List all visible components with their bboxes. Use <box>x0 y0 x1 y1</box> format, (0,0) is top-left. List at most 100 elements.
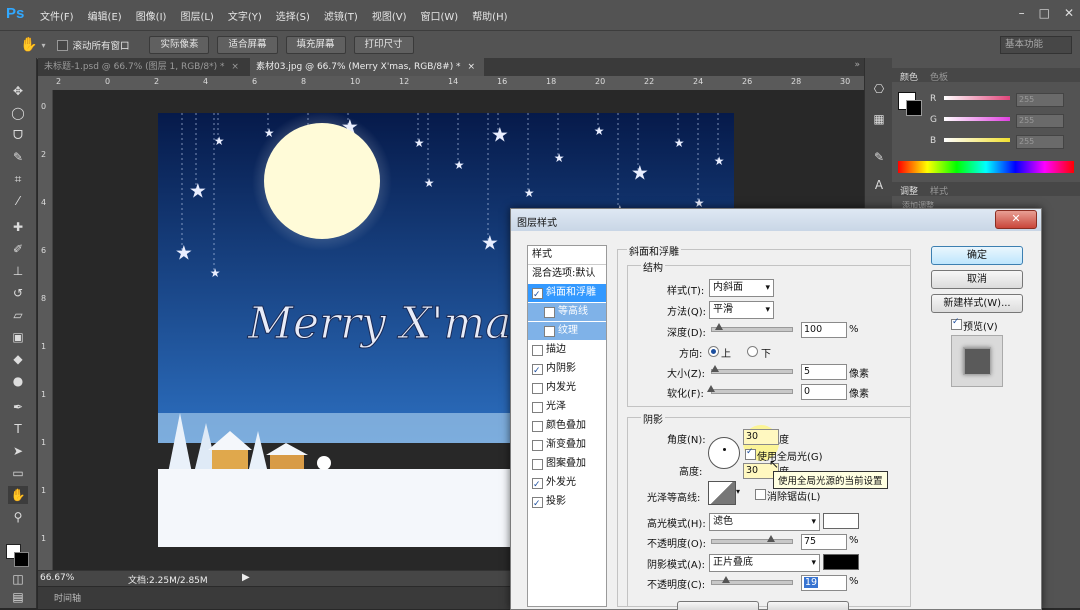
soften-slider[interactable] <box>711 389 793 394</box>
highlight-color-swatch[interactable] <box>823 513 859 529</box>
menu-edit[interactable]: 编辑(E) <box>88 8 122 23</box>
menu-view[interactable]: 视图(V) <box>372 8 407 23</box>
status-menu-arrow-icon[interactable]: ▶ <box>242 572 250 583</box>
dodge-tool-icon[interactable]: ● <box>8 372 28 390</box>
global-light-checkbox[interactable] <box>745 447 756 460</box>
depth-slider-thumb[interactable] <box>715 323 723 330</box>
gloss-contour-picker[interactable] <box>708 481 736 505</box>
ok-button[interactable]: 确定 <box>931 246 1023 265</box>
style-checkbox[interactable] <box>532 459 543 470</box>
cancel-button[interactable]: 取消 <box>931 270 1023 289</box>
pen-tool-icon[interactable]: ✒ <box>8 398 28 416</box>
soften-input[interactable]: 0 <box>801 384 847 400</box>
tab-styles[interactable]: 样式 <box>930 184 948 197</box>
new-style-button[interactable]: 新建样式(W)... <box>931 294 1023 313</box>
scroll-all-checkbox[interactable] <box>57 39 69 51</box>
style-checkbox[interactable] <box>532 383 543 394</box>
channel-g-slider[interactable] <box>944 117 1010 121</box>
highlight-opacity-slider[interactable] <box>711 539 793 544</box>
menu-image[interactable]: 图像(I) <box>136 8 167 23</box>
style-item-2[interactable]: 纹理 <box>528 322 606 340</box>
hand-tool-icon[interactable]: ✋ <box>20 37 37 53</box>
style-checkbox[interactable] <box>532 286 543 304</box>
close-tab-icon[interactable]: × <box>231 62 239 72</box>
tool-preset-chevron-icon[interactable]: ▾ <box>41 41 45 50</box>
panel-bg-swatch[interactable] <box>906 100 922 116</box>
style-checkbox[interactable] <box>532 362 543 380</box>
bevel-style-select[interactable]: 内斜面 <box>709 279 774 297</box>
style-checkbox[interactable] <box>532 495 543 513</box>
style-item-11[interactable]: 投影 <box>528 493 606 513</box>
stamp-tool-icon[interactable]: ⊥ <box>8 262 28 280</box>
direction-down-radio[interactable] <box>747 346 758 357</box>
size-slider[interactable] <box>711 369 793 374</box>
style-checkbox[interactable] <box>532 345 543 356</box>
brush-tool-icon[interactable]: ✐ <box>8 240 28 258</box>
shadow-opacity-input[interactable]: 19 <box>801 575 847 591</box>
blending-options-item[interactable]: 混合选项:默认 <box>528 265 606 283</box>
close-tab-icon[interactable]: × <box>467 62 475 72</box>
brush-panel-icon[interactable]: ✎ <box>869 148 889 166</box>
menu-type[interactable]: 文字(Y) <box>228 8 262 23</box>
style-checkbox[interactable] <box>532 421 543 432</box>
angle-dial[interactable] <box>708 437 740 469</box>
background-color-swatch[interactable] <box>14 552 29 567</box>
color-spectrum-bar[interactable] <box>898 161 1074 173</box>
style-checkbox[interactable] <box>544 326 555 337</box>
tab-adjustments[interactable]: 调整 <box>900 184 918 197</box>
depth-input[interactable]: 100 <box>801 322 847 338</box>
technique-select[interactable]: 平滑 <box>709 301 774 319</box>
channel-b-slider[interactable] <box>944 138 1010 142</box>
depth-slider[interactable] <box>711 327 793 332</box>
style-checkbox[interactable] <box>532 440 543 451</box>
properties-panel-icon[interactable]: ▦ <box>869 110 889 128</box>
channel-r-slider[interactable] <box>944 96 1010 100</box>
character-panel-icon[interactable]: A <box>869 176 889 194</box>
style-checkbox[interactable] <box>532 402 543 413</box>
shape-tool-icon[interactable]: ▭ <box>8 464 28 482</box>
menu-filter[interactable]: 滤镜(T) <box>324 8 358 23</box>
fit-screen-button[interactable]: 适合屏幕 <box>217 36 278 54</box>
soften-slider-thumb[interactable] <box>707 385 715 392</box>
style-item-4[interactable]: 内阴影 <box>528 360 606 380</box>
style-item-1[interactable]: 等高线 <box>528 303 606 321</box>
size-input[interactable]: 5 <box>801 364 847 380</box>
dialog-close-button[interactable]: ✕ <box>995 210 1037 229</box>
menu-file[interactable]: 文件(F) <box>40 8 74 23</box>
reset-default-button[interactable] <box>767 601 849 610</box>
crop-tool-icon[interactable]: ⌗ <box>8 170 28 188</box>
minimize-button[interactable]: – <box>1019 6 1025 20</box>
tab-untitled[interactable]: 未标题-1.psd @ 66.7% (图层 1, RGB/8*) * × <box>38 58 254 76</box>
style-item-3[interactable]: 描边 <box>528 341 606 359</box>
anti-aliased-checkbox[interactable] <box>755 489 766 500</box>
shadow-color-swatch[interactable] <box>823 554 859 570</box>
direction-up-radio[interactable] <box>708 346 719 357</box>
dialog-title-bar[interactable]: 图层样式 ✕ <box>511 209 1041 231</box>
menu-help[interactable]: 帮助(H) <box>472 8 507 23</box>
channel-b-value[interactable]: 255 <box>1016 135 1064 149</box>
style-item-0[interactable]: 斜面和浮雕 <box>528 284 606 304</box>
shadow-opacity-thumb[interactable] <box>722 576 731 583</box>
menu-layer[interactable]: 图层(L) <box>180 8 213 23</box>
style-item-5[interactable]: 内发光 <box>528 379 606 397</box>
styles-header[interactable]: 样式 <box>528 246 606 265</box>
move-tool-icon[interactable]: ✥ <box>8 82 28 100</box>
workspace-select[interactable]: 基本功能 <box>1000 36 1072 54</box>
timeline-tab[interactable]: 时间轴 <box>54 591 81 604</box>
gloss-contour-chevron-icon[interactable]: ▾ <box>736 487 740 496</box>
tab-material03[interactable]: 素材03.jpg @ 66.7% (Merry X'mas, RGB/8#) *… <box>250 58 484 76</box>
maximize-button[interactable]: □ <box>1039 6 1050 20</box>
type-tool-icon[interactable]: T <box>8 420 28 438</box>
history-brush-tool-icon[interactable]: ↺ <box>8 284 28 302</box>
marquee-tool-icon[interactable]: ◯ <box>8 104 28 122</box>
style-item-6[interactable]: 光泽 <box>528 398 606 416</box>
menu-window[interactable]: 窗口(W) <box>420 8 458 23</box>
screen-mode-icon[interactable]: ▤ <box>8 588 28 606</box>
blur-tool-icon[interactable]: ◆ <box>8 350 28 368</box>
print-size-button[interactable]: 打印尺寸 <box>353 36 414 54</box>
path-select-tool-icon[interactable]: ➤ <box>8 442 28 460</box>
angle-input[interactable]: 30 <box>743 429 779 445</box>
highlight-mode-select[interactable]: 滤色 <box>709 513 820 531</box>
style-item-10[interactable]: 外发光 <box>528 474 606 494</box>
history-panel-icon[interactable]: ⎔ <box>869 80 889 98</box>
